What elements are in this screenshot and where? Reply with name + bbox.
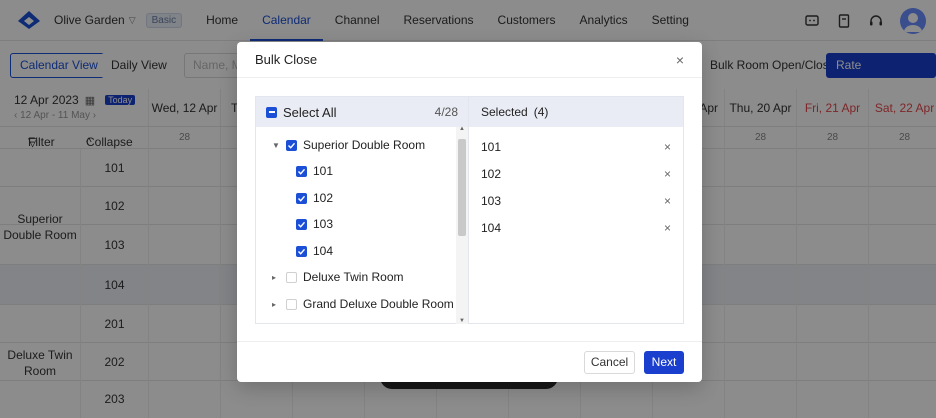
remove-icon[interactable]: × — [664, 140, 671, 154]
cancel-button[interactable]: Cancel — [584, 351, 635, 374]
scroll-down-icon[interactable]: ▼ — [459, 318, 465, 324]
tree-item-superior-double[interactable]: ▼ Superior Double Room — [272, 138, 425, 152]
remove-icon[interactable]: × — [664, 194, 671, 208]
checkbox[interactable] — [296, 218, 307, 230]
remove-icon[interactable]: × — [664, 167, 671, 181]
scrollbar[interactable]: ▲ ▼ — [456, 126, 468, 324]
selected-item-label: 104 — [481, 221, 502, 235]
select-all-checkbox[interactable] — [266, 106, 277, 118]
bulk-close-dialog: Bulk Close × Select All 4/28 ▼ Superior … — [237, 42, 702, 382]
select-all-label[interactable]: Select All — [283, 105, 435, 120]
checkbox[interactable] — [296, 192, 307, 204]
tree-item-room[interactable]: 101 — [296, 164, 333, 178]
scroll-up-icon[interactable]: ▲ — [459, 126, 465, 132]
selected-panel: Selected (4) 101 × 102 × 103 × 104 × — [468, 96, 684, 324]
caret-right-icon[interactable]: ▸ — [272, 300, 280, 309]
tree-item-deluxe-twin[interactable]: ▸ Deluxe Twin Room — [272, 270, 404, 284]
checkbox[interactable] — [286, 139, 297, 151]
checkbox[interactable] — [296, 165, 307, 177]
tree-item-label: Grand Deluxe Double Room — [303, 297, 454, 311]
dialog-title: Bulk Close — [255, 52, 318, 67]
selected-item: 104 × — [481, 221, 671, 235]
selected-count: (4) — [533, 105, 549, 119]
close-icon[interactable]: × — [676, 52, 684, 68]
selected-item-label: 102 — [481, 167, 502, 181]
checkbox[interactable] — [286, 271, 297, 283]
tree-item-label: Superior Double Room — [303, 138, 426, 152]
tree-item-label: 101 — [313, 164, 334, 178]
tree-item-room[interactable]: 104 — [296, 244, 333, 258]
tree-item-label: Deluxe Twin Room — [303, 270, 404, 284]
checkbox[interactable] — [296, 245, 307, 257]
selected-item-label: 101 — [481, 140, 502, 154]
caret-down-icon[interactable]: ▼ — [272, 141, 280, 150]
next-button[interactable]: Next — [644, 351, 684, 374]
tree-item-label: 104 — [313, 244, 334, 258]
remove-icon[interactable]: × — [664, 221, 671, 235]
tree-item-label: 102 — [313, 191, 334, 205]
selection-count: 4/28 — [434, 105, 458, 119]
room-tree-panel: Select All 4/28 ▼ Superior Double Room 1… — [255, 96, 469, 324]
tree-item-label: 103 — [313, 217, 334, 231]
selected-item: 102 × — [481, 167, 671, 181]
selected-item: 103 × — [481, 194, 671, 208]
tree-item-room[interactable]: 102 — [296, 191, 333, 205]
selected-title: Selected — [481, 105, 528, 119]
selected-item: 101 × — [481, 140, 671, 154]
selected-item-label: 103 — [481, 194, 502, 208]
checkbox[interactable] — [286, 298, 297, 310]
tree-item-room[interactable]: 103 — [296, 217, 333, 231]
tree-item-grand-deluxe[interactable]: ▸ Grand Deluxe Double Room — [272, 297, 454, 311]
caret-right-icon[interactable]: ▸ — [272, 273, 280, 282]
scroll-thumb[interactable] — [458, 139, 466, 236]
